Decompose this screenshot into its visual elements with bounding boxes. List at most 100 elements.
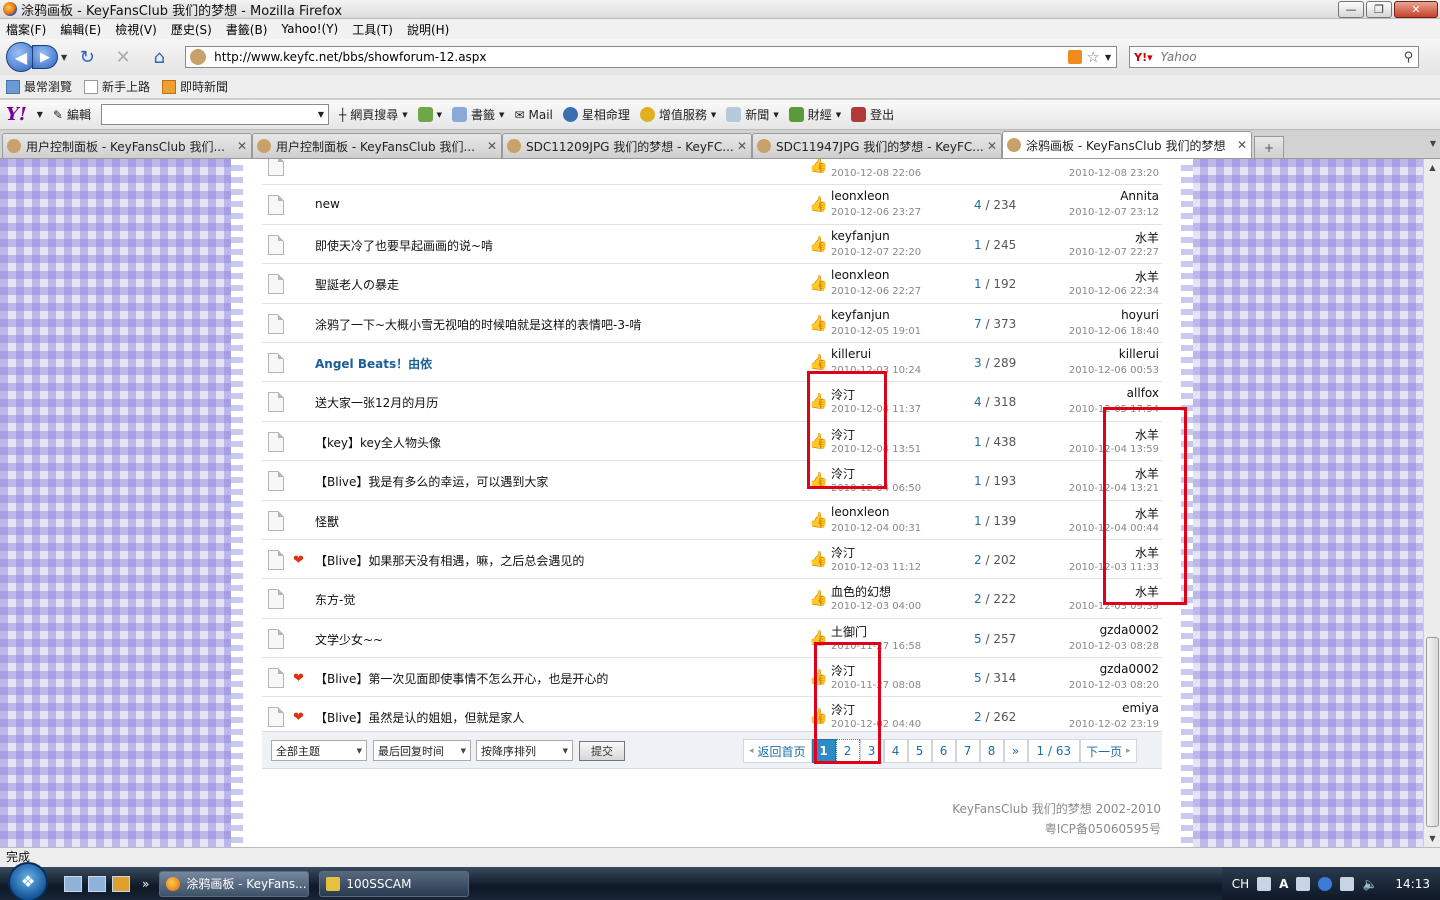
pager-page-7[interactable]: 7 bbox=[955, 739, 980, 763]
scroll-up-icon[interactable]: ▲ bbox=[1424, 159, 1440, 176]
scroll-down-icon[interactable]: ▼ bbox=[1424, 830, 1440, 847]
table-row[interactable]: 涂鸦了一下~大概小雪无视咱的时候咱就是这样的表情吧-3-啃 👍 keyfanjun 2… bbox=[262, 304, 1162, 343]
thread-subject-link[interactable]: 怪獸 bbox=[315, 513, 339, 530]
quick-launch-expand-icon[interactable]: » bbox=[142, 877, 149, 891]
thread-author-link[interactable]: leonxleon bbox=[831, 505, 889, 519]
table-row[interactable]: 即使天冷了也要早起画画的说~啃 👍 keyfanjun 2010-12-07 22:2… bbox=[262, 225, 1162, 265]
close-tab-icon[interactable]: ✕ bbox=[987, 139, 997, 153]
thread-author-link[interactable]: 泠汀 bbox=[831, 544, 855, 561]
help-icon[interactable] bbox=[1318, 876, 1333, 891]
thread-subject-link[interactable]: 【Blive】虽然是认的姐姐，但就是家人 bbox=[315, 709, 524, 726]
chevron-down-icon[interactable]: ▼ bbox=[318, 110, 324, 119]
yahoo-services-button[interactable]: 增值服務 ▼ bbox=[639, 106, 716, 123]
network-icon[interactable] bbox=[1340, 876, 1355, 891]
tab-user-panel-1[interactable]: 用户控制面板 - KeyFansClub 我们... ✕ bbox=[2, 133, 252, 158]
thread-subject-link[interactable]: 【Blive】我是有多么的幸运，可以遇到大家 bbox=[315, 473, 548, 490]
topic-filter-select[interactable]: 全部主题 ▼ bbox=[271, 740, 367, 761]
switch-windows-icon[interactable] bbox=[88, 875, 106, 892]
home-icon[interactable]: ⌂ bbox=[147, 45, 171, 69]
history-dropdown-icon[interactable]: ▼ bbox=[61, 53, 67, 62]
rss-feed-icon[interactable] bbox=[1067, 50, 1082, 64]
table-row[interactable]: 东方-觉 👍 血色的幻想 2010-12-03 04:00 2 / 222 水羊 2010-… bbox=[262, 579, 1162, 619]
thread-subject-link[interactable]: 聖誕老人の暴走 bbox=[315, 276, 399, 293]
menu-help[interactable]: 說明(H) bbox=[407, 21, 449, 38]
thread-author-link[interactable]: 血色的幻想 bbox=[831, 583, 891, 600]
taskbar-firefox[interactable]: 涂鸦画板 - KeyFans... bbox=[159, 870, 310, 897]
menu-tools[interactable]: 工具(T) bbox=[352, 21, 393, 38]
menu-bookmarks[interactable]: 書籤(B) bbox=[226, 21, 268, 38]
yahoo-menu-dropdown-icon[interactable]: ▼ bbox=[37, 110, 43, 119]
thread-subject-link[interactable]: 涂鸦了一下~大概小雪无视咱的时候咱就是这样的表情吧-3-啃 bbox=[315, 316, 641, 333]
table-row[interactable]: ❤ 【Blive】如果那天没有相遇，嘛，之后总会遇见的 👍 泠汀 2010-12-03 … bbox=[262, 540, 1162, 580]
pager-page-4[interactable]: 4 bbox=[883, 739, 908, 763]
table-row[interactable]: new 👍 leonxleon 2010-12-06 23:27 4 / 234 Anni… bbox=[262, 185, 1162, 225]
last-reply-user-link[interactable]: gzda0002 bbox=[1100, 623, 1159, 637]
bookmark-most-visited[interactable]: 最常瀏覽 bbox=[6, 78, 72, 95]
close-tab-icon[interactable]: ✕ bbox=[1237, 138, 1247, 152]
clock[interactable]: 14:13 bbox=[1395, 877, 1430, 891]
sort-direction-select[interactable]: 按降序排列 ▼ bbox=[476, 740, 573, 761]
keyboard-icon[interactable] bbox=[1296, 876, 1311, 891]
table-row[interactable]: 怪獸 👍 leonxleon 2010-12-04 00:31 1 / 139 水羊 201… bbox=[262, 501, 1162, 540]
table-row[interactable]: 👍 2010-12-08 22:06 2010-12-08 23:20 bbox=[262, 159, 1162, 186]
pager-page-5[interactable]: 5 bbox=[907, 739, 932, 763]
pager-page-8[interactable]: 8 bbox=[979, 739, 1004, 763]
thread-subject-link[interactable]: 即使天冷了也要早起画画的说~啃 bbox=[315, 237, 493, 254]
show-desktop-icon[interactable] bbox=[64, 875, 82, 892]
tab-sdc11947[interactable]: SDC11947JPG 我们的梦想 - KeyFC... ✕ bbox=[752, 133, 1002, 158]
thread-subject-link[interactable]: 【Blive】第一次见面即使事情不怎么开心，也是开心的 bbox=[315, 670, 608, 687]
pager-next[interactable]: 下一页 ▸ bbox=[1080, 739, 1137, 763]
menu-edit[interactable]: 編輯(E) bbox=[60, 21, 101, 38]
url-bar[interactable]: ☆ ▼ bbox=[185, 46, 1118, 68]
thread-author-link[interactable]: 土御门 bbox=[831, 623, 867, 640]
last-reply-user-link[interactable]: gzda0002 bbox=[1100, 662, 1159, 676]
taskbar-folder[interactable]: 100SSCAM bbox=[319, 870, 470, 897]
last-reply-user-link[interactable]: hoyuri bbox=[1121, 308, 1159, 322]
table-row[interactable]: Angel Beats！由依 👍 killerui 2010-12-03 10:24 3… bbox=[262, 343, 1162, 383]
last-reply-user-link[interactable]: allfox bbox=[1127, 386, 1159, 400]
yahoo-astrology-button[interactable]: 星相命理 bbox=[562, 106, 630, 123]
thread-subject-link[interactable]: 东方-觉 bbox=[315, 591, 355, 608]
table-row[interactable]: 文学少女~~ 👍 土御门 2010-11-27 16:58 5 / 257 gzda000… bbox=[262, 619, 1162, 659]
thread-subject-link[interactable]: 【key】key全人物头像 bbox=[315, 434, 441, 451]
search-icon[interactable]: ⚲ bbox=[1404, 50, 1414, 65]
search-input[interactable] bbox=[1160, 50, 1404, 64]
tab-doodle-board[interactable]: 涂鸦画板 - KeyFansClub 我们的梦想 ✕ bbox=[1002, 131, 1252, 158]
font-icon[interactable]: A bbox=[1279, 877, 1288, 891]
language-indicator[interactable]: CH bbox=[1232, 877, 1249, 891]
table-row[interactable]: ❤ 【Blive】第一次见面即使事情不怎么开心，也是开心的 👍 泠汀 2010-11-2… bbox=[262, 658, 1162, 698]
reload-icon[interactable]: ↻ bbox=[75, 45, 99, 69]
yahoo-news-button[interactable]: 新聞 ▼ bbox=[726, 106, 779, 123]
close-tab-icon[interactable]: ✕ bbox=[737, 139, 747, 153]
tab-sdc11209[interactable]: SDC11209JPG 我们的梦想 - KeyFC... ✕ bbox=[502, 133, 752, 158]
search-bar[interactable]: Y!▾ ⚲ bbox=[1129, 46, 1420, 68]
ime-icon[interactable] bbox=[1257, 876, 1272, 891]
tab-list-dropdown-icon[interactable]: ▼ bbox=[1430, 139, 1436, 148]
last-reply-user-link[interactable]: 水羊 bbox=[1135, 268, 1159, 285]
thread-author-link[interactable]: keyfanjun bbox=[831, 229, 890, 243]
new-tab-button[interactable]: + bbox=[1254, 136, 1284, 158]
order-by-select[interactable]: 最后回复时间 ▼ bbox=[373, 740, 471, 761]
pager-page-6[interactable]: 6 bbox=[931, 739, 956, 763]
yahoo-edit-button[interactable]: ✎ 編輯 bbox=[53, 106, 91, 123]
yahoo-signout-button[interactable]: 登出 bbox=[851, 106, 894, 123]
thread-subject-link[interactable]: 文学少女~~ bbox=[315, 631, 383, 648]
last-reply-user-link[interactable]: 水羊 bbox=[1135, 229, 1159, 246]
start-button[interactable]: ❖ bbox=[8, 861, 48, 900]
close-window-button[interactable]: ✕ bbox=[1394, 1, 1438, 18]
media-player-icon[interactable] bbox=[112, 875, 130, 892]
url-input[interactable] bbox=[214, 50, 1068, 64]
bookmark-getting-started[interactable]: 新手上路 bbox=[84, 78, 150, 95]
yahoo-mail-button[interactable]: ✉ Mail bbox=[514, 108, 552, 122]
table-row[interactable]: 聖誕老人の暴走 👍 leonxleon 2010-12-06 22:27 1 / 192… bbox=[262, 264, 1162, 304]
yahoo-bookmarks-button[interactable]: 書籤 ▼ bbox=[452, 106, 504, 123]
thread-subject-link[interactable]: 【Blive】如果那天没有相遇，嘛，之后总会遇见的 bbox=[315, 552, 584, 569]
menu-file[interactable]: 檔案(F) bbox=[6, 21, 46, 38]
last-reply-user-link[interactable]: Annita bbox=[1120, 189, 1159, 203]
table-row[interactable]: 送大家一张12月的月历 👍 泠汀 2010-12-04 11:37 4 / 318 all… bbox=[262, 382, 1162, 422]
thread-author-link[interactable]: keyfanjun bbox=[831, 308, 890, 322]
thread-author-link[interactable]: killerui bbox=[831, 347, 871, 361]
yahoo-search-input[interactable]: ▼ bbox=[101, 104, 329, 125]
stop-icon[interactable]: ✕ bbox=[111, 45, 135, 69]
table-row[interactable]: 【Blive】我是有多么的幸运，可以遇到大家 👍 泠汀 2010-12-04 06:5… bbox=[262, 461, 1162, 501]
